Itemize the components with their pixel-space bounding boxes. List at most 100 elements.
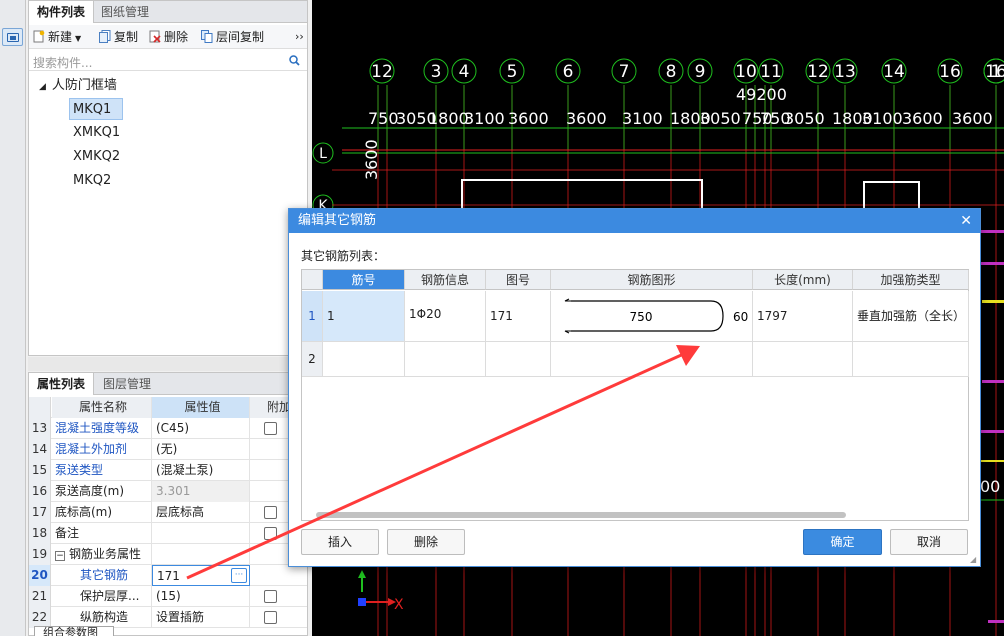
property-row[interactable]: 18 备注 — [29, 523, 307, 544]
combo-params-tab[interactable]: 组合参数图 — [34, 626, 114, 636]
cell-bar-no[interactable]: 1 — [323, 291, 405, 342]
property-value[interactable]: 设置插筋 — [152, 607, 250, 628]
property-header-row: 属性名称 属性值 附加 — [29, 397, 308, 418]
tab-property-list[interactable]: 属性列表 — [29, 373, 95, 395]
grid-header-2[interactable]: 钢筋信息 — [405, 270, 486, 290]
extra-checkbox[interactable] — [264, 422, 277, 435]
cell-bar-no[interactable] — [323, 342, 405, 377]
horizontal-scrollbar[interactable] — [316, 512, 846, 518]
tree-root[interactable]: ◢ 人防门框墙 — [39, 75, 117, 97]
drawing-list-icon[interactable] — [2, 28, 23, 46]
property-value[interactable] — [152, 544, 250, 565]
property-name: 纵筋构造 — [52, 607, 152, 628]
left-dimension: 3600 — [362, 139, 381, 180]
tree-item-mkq2[interactable]: MKQ2 — [73, 170, 111, 192]
property-row[interactable]: 15 泵送类型 (混凝土泵) — [29, 460, 307, 481]
tree-item-xmkq1[interactable]: XMKQ1 — [73, 122, 120, 144]
chevron-down-icon: ▼ — [75, 34, 82, 43]
axis-label: 4 — [459, 62, 470, 82]
property-row[interactable]: 17 底标高(m) 层底标高 — [29, 502, 307, 523]
property-extra — [250, 565, 308, 586]
cell-rebar-info[interactable] — [405, 342, 486, 377]
property-row[interactable]: 14 混凝土外加剂 (无) — [29, 439, 307, 460]
property-row[interactable]: 22 纵筋构造 设置插筋 — [29, 607, 307, 628]
shape-length-label: 750 — [630, 310, 653, 324]
grid-header-1[interactable]: 筋号 — [323, 270, 405, 290]
cell-figure-no[interactable]: 171 — [486, 291, 551, 342]
property-value[interactable]: (15) — [152, 586, 250, 607]
row-index[interactable]: 1 — [302, 291, 323, 342]
copy-icon — [99, 30, 111, 43]
row-number: 15 — [29, 460, 51, 481]
collapse-toggle-icon[interactable]: − — [55, 551, 65, 561]
collapse-icon[interactable]: ◢ — [39, 82, 46, 92]
floor-copy-button[interactable]: 层间复制 — [201, 28, 264, 46]
component-toolbar: 新建 ▼ 复制 删除 层间复制 ›› — [29, 25, 307, 49]
insert-button[interactable]: 插入 — [301, 529, 379, 555]
property-row[interactable]: 19− 钢筋业务属性 — [29, 544, 307, 565]
extra-checkbox[interactable] — [264, 506, 277, 519]
left-tool-strip — [0, 0, 26, 636]
ok-button[interactable]: 确定 — [803, 529, 882, 555]
property-value[interactable]: 层底标高 — [152, 502, 250, 523]
cancel-button[interactable]: 取消 — [890, 529, 968, 555]
property-value[interactable]: 3.301 — [152, 481, 250, 502]
edit-other-rebar-dialog: 编辑其它钢筋 ✕ 其它钢筋列表： 筋号 钢筋信息 图号 钢筋图形 长度(mm) 加强筋类型… — [288, 208, 981, 567]
property-name: 备注 — [52, 523, 152, 544]
cell-rebar-info[interactable]: 1Φ20 — [405, 291, 486, 342]
grid-header-6[interactable]: 加强筋类型 — [853, 270, 969, 290]
delete-row-button[interactable]: 删除 — [387, 529, 465, 555]
grid-corner — [302, 270, 323, 290]
tab-layer-management[interactable]: 图层管理 — [95, 373, 159, 395]
property-row[interactable]: 20 其它钢筋 171 ··· — [29, 565, 307, 586]
tree-item-xmkq2[interactable]: XMKQ2 — [73, 146, 120, 168]
dimension-total: 49200 — [736, 85, 787, 104]
property-value[interactable]: (混凝土泵) — [152, 460, 250, 481]
tab-component-list[interactable]: 构件列表 — [29, 1, 95, 23]
resize-grip-icon[interactable]: ◢ — [970, 556, 978, 564]
property-value[interactable] — [152, 523, 250, 544]
panel-splitter[interactable] — [28, 357, 308, 371]
property-row[interactable]: 13 混凝土强度等级 (C45) — [29, 418, 307, 439]
rebar-shape-drawing: 750 60 — [564, 298, 748, 334]
property-row[interactable]: 21 保护层厚... (15) — [29, 586, 307, 607]
cell-figure-no[interactable] — [486, 342, 551, 377]
axis-label: 1 — [991, 62, 1002, 82]
property-value[interactable]: (C45) — [152, 418, 250, 439]
property-row[interactable]: 16 泵送高度(m) 3.301 — [29, 481, 307, 502]
axis-label: 8 — [666, 62, 677, 82]
cell-rebar-shape[interactable] — [551, 342, 753, 377]
grid-header-4[interactable]: 钢筋图形 — [551, 270, 753, 290]
search-input[interactable]: 搜索构件... — [33, 54, 92, 71]
property-value[interactable]: (无) — [152, 439, 250, 460]
dimension-value: 750 — [368, 109, 399, 128]
tree-item-mkq1[interactable]: MKQ1 — [69, 98, 123, 120]
toolbar-more-button[interactable]: ›› — [295, 28, 304, 46]
close-icon[interactable]: ✕ — [960, 210, 972, 232]
extra-checkbox[interactable] — [264, 527, 277, 540]
property-name: 保护层厚... — [52, 586, 152, 607]
extra-checkbox[interactable] — [264, 611, 277, 624]
row-number: 22 — [29, 607, 51, 628]
cell-reinforce-type[interactable] — [853, 342, 969, 377]
cell-rebar-shape[interactable]: 750 60 — [551, 291, 753, 342]
row-number: 20 — [29, 565, 51, 586]
delete-button[interactable]: 删除 — [149, 28, 188, 46]
grid-header-3[interactable]: 图号 — [486, 270, 551, 290]
cell-length[interactable]: 1797 — [753, 291, 853, 342]
copy-button[interactable]: 复制 — [99, 28, 138, 46]
property-value[interactable]: 171 ··· — [152, 565, 250, 586]
axis-label: 10 — [735, 62, 757, 82]
grid-header-5[interactable]: 长度(mm) — [753, 270, 853, 290]
row-label-l: L — [319, 146, 327, 162]
new-button[interactable]: 新建 ▼ — [33, 28, 81, 46]
property-extra — [250, 607, 308, 628]
ellipsis-button[interactable]: ··· — [231, 568, 247, 583]
cell-reinforce-type[interactable]: 垂直加强筋（全长） — [853, 291, 969, 342]
dimension-value: 3100 — [622, 109, 663, 128]
tab-drawing-management[interactable]: 图纸管理 — [93, 1, 157, 23]
row-index[interactable]: 2 — [302, 342, 323, 377]
search-icon[interactable] — [289, 55, 300, 66]
cell-length[interactable] — [753, 342, 853, 377]
extra-checkbox[interactable] — [264, 590, 277, 603]
